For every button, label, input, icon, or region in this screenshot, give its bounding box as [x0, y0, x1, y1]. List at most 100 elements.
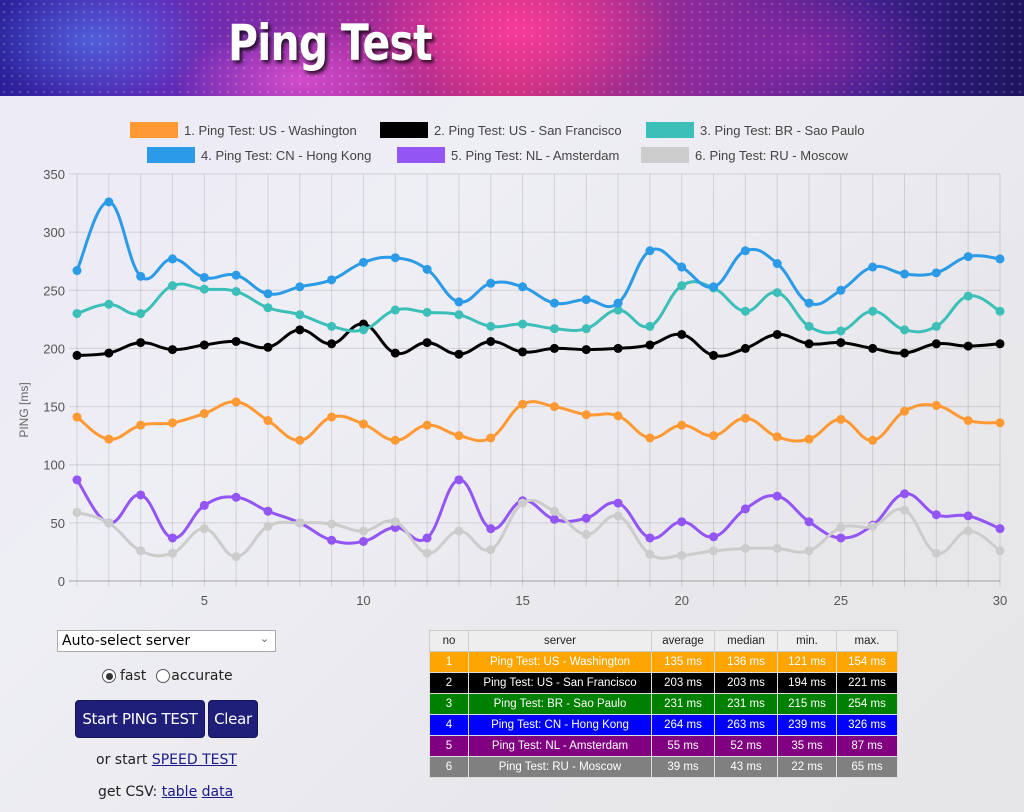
data-point — [836, 414, 846, 424]
data-point — [995, 546, 1005, 556]
cell-no: 5 — [429, 735, 469, 757]
radio-accurate-label[interactable]: accurate — [171, 668, 232, 684]
start-ping-test-button[interactable]: Start PING TEST — [75, 700, 205, 738]
data-point — [167, 345, 177, 355]
data-point — [677, 550, 687, 560]
data-point — [295, 282, 305, 292]
y-tick-label: 200 — [43, 341, 65, 356]
speed-test-prefix: or start — [96, 752, 148, 768]
cell-no: 6 — [429, 756, 469, 778]
cell-median: 43 ms — [714, 756, 778, 778]
data-point — [772, 543, 782, 553]
cell-min: 22 ms — [777, 756, 837, 778]
data-point — [295, 518, 305, 528]
speed-test-link[interactable]: SPEED TEST — [152, 752, 237, 768]
data-point — [836, 338, 846, 348]
data-point — [263, 506, 273, 516]
data-point — [995, 254, 1005, 264]
data-point — [740, 343, 750, 353]
cell-median: 52 ms — [714, 735, 778, 757]
y-tick-label: 300 — [43, 225, 65, 240]
legend-swatch — [646, 122, 694, 138]
data-point — [104, 518, 114, 528]
csv-table-link[interactable]: table — [162, 784, 197, 800]
data-point — [581, 295, 591, 305]
col-max: max. — [836, 630, 898, 652]
legend-swatch — [130, 122, 178, 138]
data-point — [581, 345, 591, 355]
clear-button[interactable]: Clear — [208, 700, 258, 738]
data-point — [804, 517, 814, 527]
legend-item-sao-paulo[interactable]: 3. Ping Test: BR - Sao Paulo — [646, 120, 865, 140]
legend-item-washington[interactable]: 1. Ping Test: US - Washington — [130, 120, 357, 140]
data-point — [390, 253, 400, 263]
data-point — [804, 434, 814, 444]
data-point — [549, 402, 559, 412]
data-point — [454, 526, 464, 536]
data-point — [518, 399, 528, 409]
series-3 — [72, 280, 1005, 336]
data-point — [327, 412, 337, 422]
data-point — [327, 339, 337, 349]
cell-min: 215 ms — [777, 693, 837, 715]
data-point — [709, 282, 719, 292]
data-point — [836, 523, 846, 533]
series-line — [76, 322, 1001, 358]
cell-server: Ping Test: CN - Hong Kong — [468, 714, 652, 736]
data-point — [709, 431, 719, 441]
data-point — [900, 348, 910, 358]
data-point — [72, 412, 82, 422]
legend-label: 3. Ping Test: BR - Sao Paulo — [700, 122, 865, 138]
csv-prefix: get CSV: — [98, 784, 158, 800]
data-point — [390, 305, 400, 315]
data-point — [963, 526, 973, 536]
data-point — [263, 342, 273, 352]
data-point — [327, 275, 337, 285]
legend-item-san-francisco[interactable]: 2. Ping Test: US - San Francisco — [380, 120, 622, 140]
chart-series — [72, 197, 1005, 562]
data-point — [581, 324, 591, 334]
data-point — [549, 324, 559, 334]
data-point — [199, 500, 209, 510]
data-point — [549, 298, 559, 308]
col-median: median — [714, 630, 778, 652]
data-point — [422, 548, 432, 558]
radio-fast[interactable] — [102, 669, 116, 683]
data-point — [486, 545, 496, 555]
header-banner: Ping Test — [0, 0, 1024, 96]
data-point — [931, 400, 941, 410]
cell-median: 263 ms — [714, 714, 778, 736]
csv-data-link[interactable]: data — [202, 784, 234, 800]
cell-min: 121 ms — [777, 651, 837, 673]
data-point — [581, 529, 591, 539]
radio-fast-label[interactable]: fast — [120, 668, 146, 684]
y-tick-label: 50 — [51, 516, 65, 531]
data-point — [804, 298, 814, 308]
data-point — [645, 549, 655, 559]
data-point — [72, 475, 82, 485]
data-point — [931, 510, 941, 520]
data-point — [231, 552, 241, 562]
server-select[interactable]: Auto-select server — [57, 630, 276, 652]
data-point — [677, 262, 687, 272]
cell-no: 4 — [429, 714, 469, 736]
cell-average: 264 ms — [651, 714, 715, 736]
cell-server: Ping Test: US - Washington — [468, 651, 652, 673]
data-point — [804, 546, 814, 556]
results-table: no server average median min. max. 1 Ping… — [429, 630, 898, 778]
data-point — [327, 535, 337, 545]
radio-accurate[interactable] — [156, 669, 171, 683]
cell-server: Ping Test: NL - Amsterdam — [468, 735, 652, 757]
y-tick-label: 100 — [43, 458, 65, 473]
data-point — [772, 329, 782, 339]
legend-label: 2. Ping Test: US - San Francisco — [434, 122, 622, 138]
cell-max: 221 ms — [836, 672, 898, 694]
data-point — [772, 259, 782, 269]
data-point — [167, 281, 177, 291]
x-tick-label: 25 — [834, 593, 848, 608]
table-row: 2 Ping Test: US - San Francisco 203 ms 203 … — [429, 672, 898, 694]
data-point — [677, 281, 687, 291]
cell-average: 135 ms — [651, 651, 715, 673]
data-point — [390, 435, 400, 445]
data-point — [454, 310, 464, 320]
